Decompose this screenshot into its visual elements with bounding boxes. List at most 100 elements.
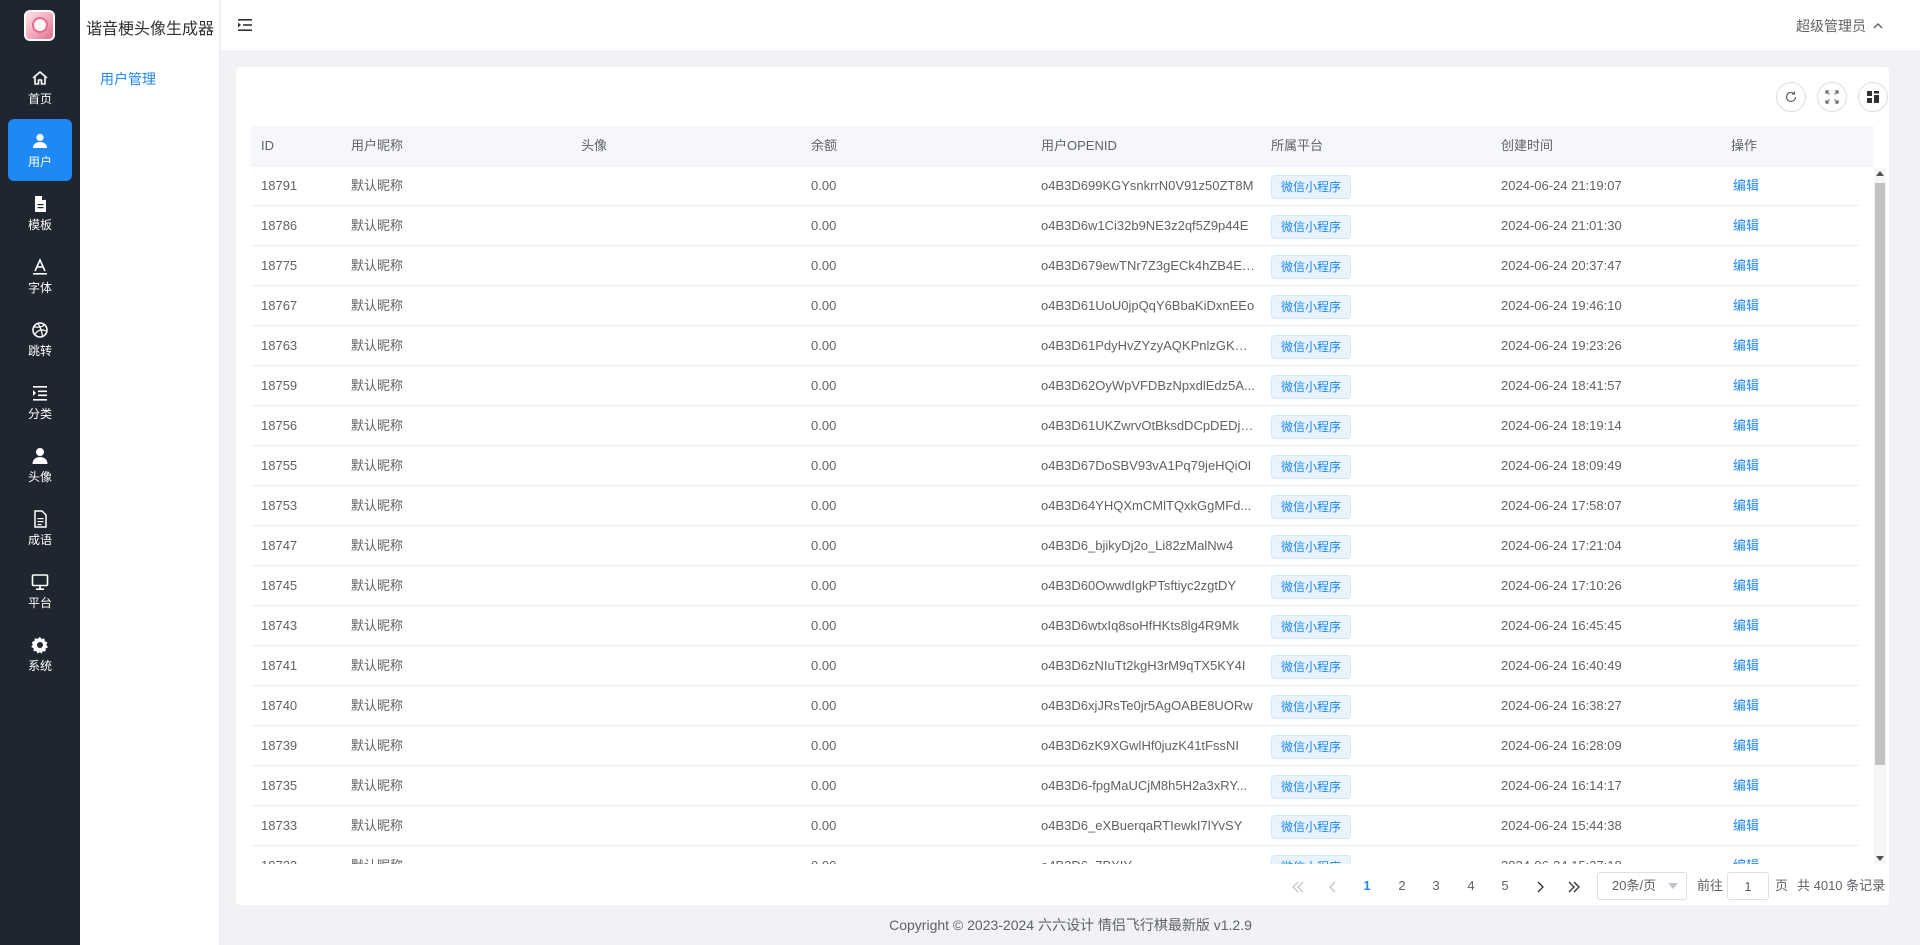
table-row: 18786 默认昵称 0.00 o4B3D6w1Ci32b9NE3z2qf5Z9p44… xyxy=(251,206,1859,246)
platform-tag: 微信小程序 xyxy=(1271,774,1352,799)
first-page-button[interactable] xyxy=(1288,872,1308,900)
table-row: 18733 默认昵称 0.00 o4B3D6_eXBuerqaRTIewkI7lYvS… xyxy=(251,806,1859,846)
cell-openid: o4B3D62OyWpVFDBzNpxdlEdz5A... xyxy=(1041,378,1255,393)
edit-link[interactable]: 编辑 xyxy=(1733,738,1759,753)
cell-actions: 编辑 xyxy=(1733,846,1813,864)
col-balance: 余额 xyxy=(811,138,838,153)
edit-link[interactable]: 编辑 xyxy=(1733,578,1759,593)
rail-item-dribbble[interactable]: 跳转 xyxy=(8,308,72,370)
cell-created: 2024-06-24 16:40:49 xyxy=(1501,658,1622,673)
cell-platform: 微信小程序 xyxy=(1271,846,1491,864)
cell-created: 2024-06-24 15:44:38 xyxy=(1501,818,1622,833)
edit-link[interactable]: 编辑 xyxy=(1733,498,1759,513)
cell-id: 18740 xyxy=(261,698,298,713)
rail-item-avatar[interactable]: 头像 xyxy=(8,434,72,496)
cell-nickname: 默认昵称 xyxy=(351,258,404,273)
platform-tag: 微信小程序 xyxy=(1271,174,1352,199)
table-row: 18740 默认昵称 0.00 o4B3D6xjJRsTe0jr5AgOABE8UOR… xyxy=(251,686,1859,726)
scroll-thumb[interactable] xyxy=(1875,183,1885,765)
edit-link[interactable]: 编辑 xyxy=(1733,178,1759,193)
table-row: 18767 默认昵称 0.00 o4B3D61UoU0jpQqY6BbaKiDxnEE… xyxy=(251,286,1859,326)
platform-tag: 微信小程序 xyxy=(1271,534,1352,559)
cell-created: 2024-06-24 18:41:57 xyxy=(1501,378,1622,393)
double-chevron-left-icon xyxy=(1292,881,1304,893)
rail-item-indent-list[interactable]: 分类 xyxy=(8,371,72,433)
cell-openid: o4B3D6_bjikyDj2o_Li82zMalNw4 xyxy=(1041,538,1234,553)
edit-link[interactable]: 编辑 xyxy=(1733,378,1759,393)
edit-link[interactable]: 编辑 xyxy=(1733,698,1759,713)
cell-openid: o4B3D67DoSBV93vA1Pq79jeHQiOI xyxy=(1041,458,1252,473)
column-settings-button[interactable] xyxy=(1858,82,1888,112)
scroll-down-arrow-icon[interactable] xyxy=(1876,856,1884,861)
platform-tag: 微信小程序 xyxy=(1271,814,1352,839)
next-page-button[interactable] xyxy=(1530,872,1550,900)
edit-link[interactable]: 编辑 xyxy=(1733,338,1759,353)
rail-item-document[interactable]: 成语 xyxy=(8,497,72,559)
cell-id: 18735 xyxy=(261,778,298,793)
refresh-button[interactable] xyxy=(1776,82,1806,112)
cell-platform: 微信小程序 xyxy=(1271,246,1491,285)
cell-platform: 微信小程序 xyxy=(1271,406,1491,445)
cell-nickname: 默认昵称 xyxy=(351,818,404,833)
platform-tag: 微信小程序 xyxy=(1271,734,1352,759)
user-menu[interactable]: 超级管理员 xyxy=(1796,16,1884,36)
edit-link[interactable]: 编辑 xyxy=(1733,778,1759,793)
edit-link[interactable]: 编辑 xyxy=(1733,258,1759,273)
edit-link[interactable]: 编辑 xyxy=(1733,298,1759,313)
last-page-button[interactable] xyxy=(1564,872,1584,900)
layout-icon xyxy=(1867,91,1879,103)
col-platform: 所属平台 xyxy=(1271,138,1324,153)
cell-nickname: 默认昵称 xyxy=(351,738,404,753)
goto-page-input[interactable] xyxy=(1727,872,1769,900)
page-number-2[interactable]: 2 xyxy=(1393,872,1411,900)
prev-page-button[interactable] xyxy=(1323,872,1343,900)
rail-item-file[interactable]: 模板 xyxy=(8,182,72,244)
cell-platform: 微信小程序 xyxy=(1271,766,1491,805)
rail-item-label: 跳转 xyxy=(27,344,52,358)
menu-toggle-icon[interactable] xyxy=(237,17,253,33)
cell-balance: 0.00 xyxy=(811,258,837,273)
table-body: 18791 默认昵称 0.00 o4B3D699KGYsnkrrN0V91z50ZT8… xyxy=(251,166,1859,864)
edit-link[interactable]: 编辑 xyxy=(1733,658,1759,673)
edit-link[interactable]: 编辑 xyxy=(1733,458,1759,473)
page-size-select[interactable]: 20条/页 xyxy=(1597,872,1687,900)
cell-created: 2024-06-24 21:01:30 xyxy=(1501,218,1622,233)
cell-actions: 编辑 xyxy=(1733,166,1813,205)
platform-tag: 微信小程序 xyxy=(1271,854,1352,864)
cell-id: 18775 xyxy=(261,258,298,273)
rail-item-label: 系统 xyxy=(27,659,52,673)
table-scrollbar[interactable] xyxy=(1874,168,1886,864)
page-number-1[interactable]: 1 xyxy=(1358,872,1376,900)
rail-item-home[interactable]: 首页 xyxy=(8,56,72,118)
edit-link[interactable]: 编辑 xyxy=(1733,418,1759,433)
cell-created: 2024-06-24 17:10:26 xyxy=(1501,578,1622,593)
page-number-5[interactable]: 5 xyxy=(1496,872,1514,900)
rail-item-user[interactable]: 用户 xyxy=(8,119,72,181)
edit-link[interactable]: 编辑 xyxy=(1733,618,1759,633)
edit-link[interactable]: 编辑 xyxy=(1733,218,1759,233)
cell-balance: 0.00 xyxy=(811,658,837,673)
page-number-3[interactable]: 3 xyxy=(1427,872,1445,900)
edit-link[interactable]: 编辑 xyxy=(1733,818,1759,833)
table-header: ID 用户昵称 头像 余额 用户OPENID 所属平台 创建时间 操作 xyxy=(251,126,1874,166)
cell-platform: 微信小程序 xyxy=(1271,526,1491,565)
fullscreen-button[interactable] xyxy=(1817,82,1847,112)
monitor-icon xyxy=(31,574,49,590)
page-number-4[interactable]: 4 xyxy=(1462,872,1480,900)
edit-link[interactable]: 编辑 xyxy=(1733,538,1759,553)
scroll-up-arrow-icon[interactable] xyxy=(1876,171,1884,176)
cell-created: 2024-06-24 15:37:18 xyxy=(1501,846,1721,864)
rail-item-gear[interactable]: 系统 xyxy=(8,623,72,685)
cell-id: 18747 xyxy=(261,538,298,553)
cell-created: 2024-06-24 16:38:27 xyxy=(1501,698,1622,713)
rail-item-label: 模板 xyxy=(27,218,52,232)
cell-balance: 0.00 xyxy=(811,498,837,513)
rail-item-monitor[interactable]: 平台 xyxy=(8,560,72,622)
cell-nickname: 默认昵称 xyxy=(351,298,404,313)
col-created: 创建时间 xyxy=(1501,138,1554,153)
edit-link[interactable]: 编辑 xyxy=(1733,858,1759,864)
cell-openid: o4B3D699KGYsnkrrN0V91z50ZT8M xyxy=(1041,178,1254,193)
rail-item-font[interactable]: 字体 xyxy=(8,245,72,307)
platform-tag: 微信小程序 xyxy=(1271,414,1352,439)
sidebar-item-user-management[interactable]: 用户管理 xyxy=(100,69,156,89)
